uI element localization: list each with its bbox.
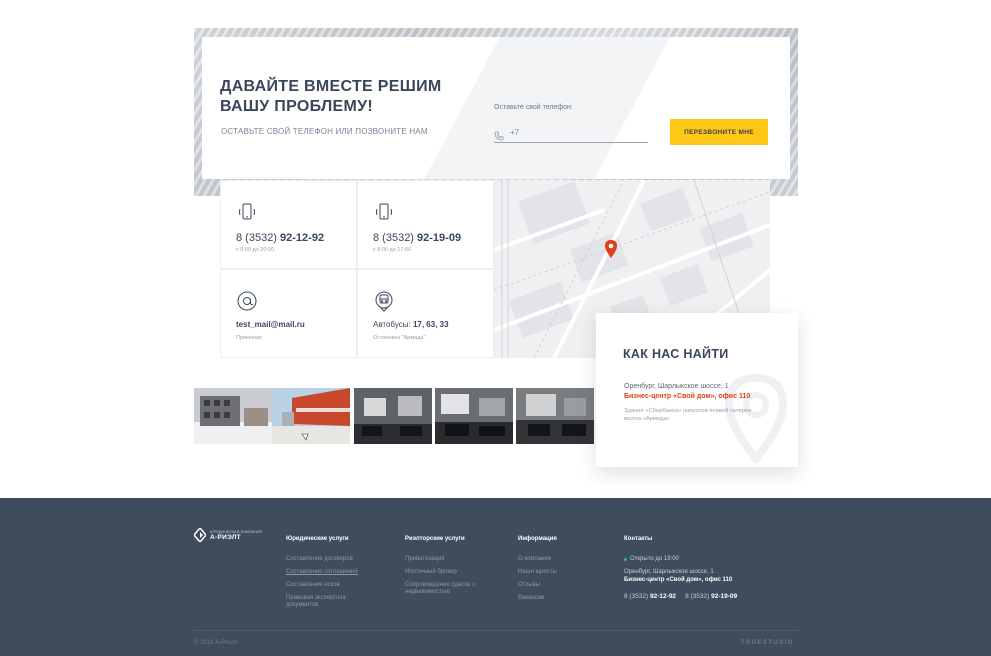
mobile-phone-icon bbox=[236, 201, 258, 223]
bus-routes: Автобусы: 17, 63, 33 bbox=[373, 320, 449, 329]
footer-link[interactable]: Правовая экспертиза документов bbox=[286, 595, 366, 609]
phone-number: 8 (3532) 92-12-92 bbox=[236, 232, 325, 244]
email-note: Приемная bbox=[236, 335, 262, 341]
footer-link[interactable]: Ипотечный брокер bbox=[405, 569, 491, 576]
photo-gallery bbox=[194, 388, 614, 444]
find-us-note: Здание «Сбербанка» напротив первой галер… bbox=[624, 408, 752, 422]
cta-title: ДАВАЙТЕ ВМЕСТЕ РЕШИМ ВАШУ ПРОБЛЕМУ! bbox=[220, 78, 442, 115]
callback-form-card: ДАВАЙТЕ ВМЕСТЕ РЕШИМ ВАШУ ПРОБЛЕМУ! ОСТА… bbox=[202, 37, 790, 179]
gallery-photo[interactable] bbox=[516, 388, 594, 444]
footer-phones[interactable]: 8 (3532) 92-12-92 8 (3532) 92-19-09 bbox=[624, 593, 737, 600]
footer-divider bbox=[194, 630, 798, 631]
email-address: test_mail@mail.ru bbox=[236, 320, 305, 329]
map-pin-icon[interactable] bbox=[605, 240, 617, 258]
phone-icon bbox=[494, 128, 504, 140]
footer-logo[interactable]: ЮРИДИЧЕСКАЯ КОМПАНИЯ А-РИЭЛТ bbox=[194, 528, 262, 542]
contact-email[interactable]: test_mail@mail.ru Приемная bbox=[220, 269, 357, 358]
contact-bus: Автобусы: 17, 63, 33 Остановка "Армада" bbox=[357, 269, 494, 358]
contacts-grid: 8 (3532) 92-12-92 с 8:00 до 20:00 8 (353… bbox=[220, 180, 494, 358]
footer-link[interactable]: Составление исков bbox=[286, 582, 366, 589]
phone-hours: с 8:00 до 17:00 bbox=[373, 247, 412, 253]
find-us-card: КАК НАС НАЙТИ Оренбург, Шарлыкское шоссе… bbox=[596, 313, 798, 467]
footer-link[interactable]: Отзывы bbox=[518, 582, 557, 589]
bus-stop: Остановка "Армада" bbox=[373, 335, 426, 341]
gallery-photo[interactable] bbox=[194, 388, 272, 444]
logo-name: А-РИЭЛТ bbox=[210, 533, 241, 541]
site-footer: ЮРИДИЧЕСКАЯ КОМПАНИЯ А-РИЭЛТ Юридические… bbox=[0, 498, 991, 656]
find-us-address: Оренбург, Шарлыкское шоссе, 1 Бизнес-цен… bbox=[624, 383, 751, 400]
contact-phone-2[interactable]: 8 (3532) 92-19-09 с 8:00 до 17:00 bbox=[357, 180, 494, 269]
phone-number: 8 (3532) 92-19-09 bbox=[373, 232, 462, 244]
footer-col-info: Информация О компании Наши юристы Отзывы… bbox=[518, 536, 557, 608]
footer-link[interactable]: Вакансии bbox=[518, 595, 557, 602]
footer-address: Оренбург, Шарлыкское шоссе, 1 Бизнес-цен… bbox=[624, 569, 733, 583]
phone-input-label: Оставьте свой телефон: bbox=[494, 104, 573, 111]
footer-col-realty: Риэлторские услуги Приватизация Ипотечны… bbox=[405, 536, 491, 602]
footer-link[interactable]: Приватизация bbox=[405, 556, 491, 563]
footer-link[interactable]: Сопровождение сделок с недвижимостью bbox=[405, 582, 491, 596]
phone-input[interactable]: +7 bbox=[494, 123, 648, 143]
gallery-photo[interactable] bbox=[272, 388, 350, 444]
footer-col-title: Информация bbox=[518, 536, 557, 542]
status-dot-icon bbox=[624, 557, 627, 561]
bus-icon bbox=[373, 290, 395, 312]
find-us-title: КАК НАС НАЙТИ bbox=[623, 347, 729, 361]
mobile-phone-icon bbox=[373, 201, 395, 223]
footer-link[interactable]: Составление соглашений bbox=[286, 569, 366, 576]
phone-hours: с 8:00 до 20:00 bbox=[236, 247, 275, 253]
gallery-photo[interactable] bbox=[354, 388, 432, 444]
footer-col-title: Риэлторские услуги bbox=[405, 536, 465, 542]
footer-col-legal: Юридические услуги Составление договоров… bbox=[286, 536, 366, 615]
footer-col-contacts: Контакты Открыто до 19:00 Оренбург, Шарл… bbox=[624, 536, 737, 600]
at-sign-icon bbox=[236, 290, 258, 312]
footer-link[interactable]: Составление договоров bbox=[286, 556, 366, 563]
logo-mark-icon bbox=[194, 528, 206, 542]
copyright: © 2018 А-Риэлт bbox=[194, 640, 238, 646]
cta-subtitle: ОСТАВЬТЕ СВОЙ ТЕЛЕФОН ИЛИ ПОЗВОНИТЕ НАМ bbox=[221, 127, 428, 136]
callback-button[interactable]: ПЕРЕЗВОНИТЕ МНЕ bbox=[670, 119, 768, 145]
footer-col-title: Контакты bbox=[624, 536, 653, 542]
footer-link[interactable]: О компании bbox=[518, 556, 557, 563]
footer-col-title: Юридические услуги bbox=[286, 536, 349, 542]
open-hours: Открыто до 19:00 bbox=[624, 556, 737, 562]
contact-phone-1[interactable]: 8 (3532) 92-12-92 с 8:00 до 20:00 bbox=[220, 180, 357, 269]
phone-input-value: +7 bbox=[510, 128, 520, 137]
gallery-photo[interactable] bbox=[435, 388, 513, 444]
footer-link[interactable]: Наши юристы bbox=[518, 569, 557, 576]
studio-credit[interactable]: TRUESTUDIO bbox=[741, 640, 794, 646]
